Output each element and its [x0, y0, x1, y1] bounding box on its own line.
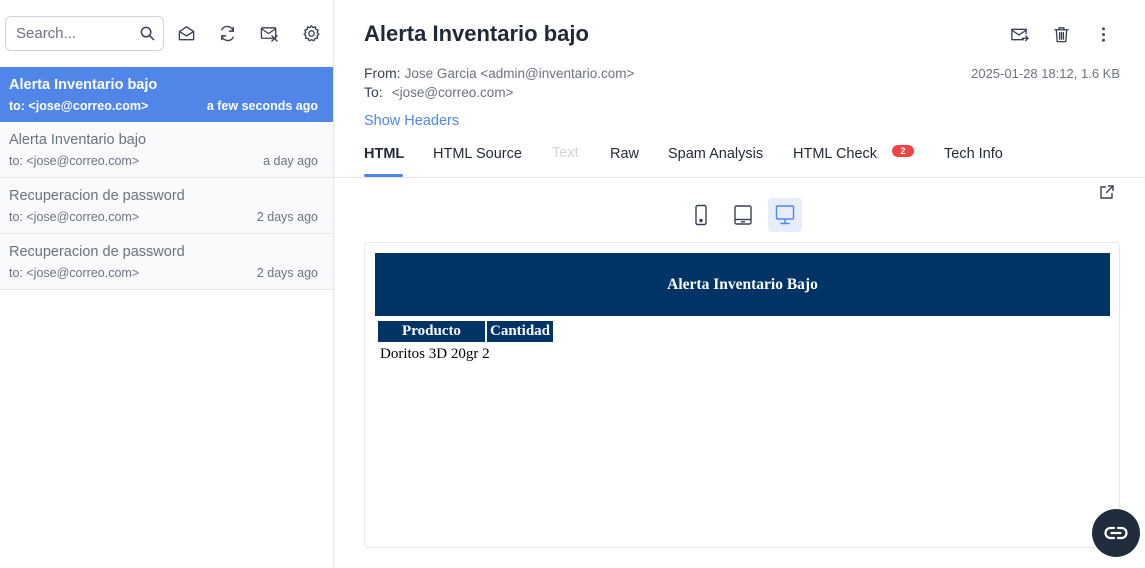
to-line: To: <jose@correo.com>	[364, 84, 513, 100]
email-table: Producto Cantidad Doritos 3D 20gr 2	[376, 319, 555, 366]
tab-html[interactable]: HTML	[364, 146, 404, 162]
refresh-button[interactable]	[216, 22, 238, 44]
device-toggle	[684, 198, 802, 232]
desktop-icon	[775, 205, 795, 225]
message-recipient: to: <jose@correo.com>	[9, 154, 140, 168]
message-recipient: to: <jose@correo.com>	[9, 99, 149, 113]
chat-widget-button[interactable]	[1092, 509, 1140, 557]
from-value: Jose Garcia <admin@inventario.com>	[404, 66, 635, 81]
message-time: a day ago	[263, 154, 318, 168]
message-item[interactable]: Recuperacion de password to: <jose@corre…	[0, 234, 333, 290]
message-subject: Alerta Inventario bajo	[9, 132, 147, 148]
table-header: Producto	[378, 321, 485, 342]
trash-icon	[1053, 26, 1069, 42]
forward-icon	[1010, 28, 1029, 41]
table-row: Doritos 3D 20gr 2	[378, 344, 553, 364]
desktop-view-button[interactable]	[768, 198, 802, 232]
message-list: Alerta Inventario bajo to: <jose@correo.…	[0, 67, 333, 290]
sidebar: Alerta Inventario bajo to: <jose@correo.…	[0, 0, 334, 568]
view-tabs: HTML HTML Source Text Raw Spam Analysis …	[334, 136, 1145, 178]
table-cell: Doritos 3D 20gr 2	[380, 345, 490, 362]
clear-inbox-button[interactable]	[258, 22, 280, 44]
from-label: From:	[364, 65, 401, 81]
settings-button[interactable]	[300, 22, 322, 44]
from-line: From: Jose Garcia <admin@inventario.com>	[364, 65, 634, 81]
mark-all-read-button[interactable]	[175, 22, 197, 44]
more-options-button[interactable]	[1091, 23, 1115, 45]
delete-button[interactable]	[1049, 23, 1073, 45]
message-subject: Alerta Inventario bajo	[9, 77, 158, 93]
message-time: 2 days ago	[256, 266, 318, 280]
message-actions	[1007, 23, 1115, 45]
message-subject: Recuperacion de password	[9, 244, 185, 260]
message-item[interactable]: Alerta Inventario bajo to: <jose@correo.…	[0, 122, 333, 178]
table-header-row: Producto Cantidad	[378, 321, 553, 342]
tab-html-source[interactable]: HTML Source	[433, 146, 522, 162]
message-time: a few seconds ago	[206, 99, 318, 113]
to-label: To:	[364, 84, 383, 100]
html-check-badge: 2	[892, 145, 914, 157]
message-recipient: to: <jose@correo.com>	[9, 266, 140, 280]
gear-icon	[302, 24, 320, 41]
show-headers-link[interactable]: Show Headers	[364, 113, 459, 129]
message-title: Alerta Inventario bajo	[364, 21, 589, 46]
message-view: Alerta Inventario bajo From: Jose Garcia …	[334, 0, 1145, 568]
tab-raw[interactable]: Raw	[610, 146, 639, 162]
search-input[interactable]	[6, 17, 136, 50]
forward-button[interactable]	[1007, 23, 1031, 45]
more-vert-icon	[1101, 26, 1105, 42]
email-banner: Alerta Inventario Bajo	[375, 253, 1110, 316]
message-subject: Recuperacion de password	[9, 188, 185, 204]
message-item[interactable]: Alerta Inventario bajo to: <jose@correo.…	[0, 67, 333, 122]
email-preview: Alerta Inventario Bajo Producto Cantidad…	[364, 242, 1120, 548]
tablet-icon	[734, 205, 752, 225]
phone-icon	[695, 204, 707, 226]
table-header: Cantidad	[487, 321, 553, 342]
search-box	[5, 16, 164, 51]
tablet-view-button[interactable]	[726, 198, 760, 232]
active-tab-indicator	[364, 174, 403, 177]
tab-tech-info[interactable]: Tech Info	[944, 146, 1003, 162]
sidebar-toolbar	[0, 0, 333, 66]
envelope-open-icon	[178, 25, 194, 40]
tab-html-check[interactable]: HTML Check	[793, 146, 877, 162]
tab-text: Text	[552, 145, 579, 161]
search-icon[interactable]	[140, 26, 155, 41]
refresh-icon	[220, 25, 234, 41]
message-time: 2 days ago	[256, 210, 318, 224]
message-meta: 2025-01-28 18:12, 1.6 KB	[971, 66, 1120, 81]
message-recipient: to: <jose@correo.com>	[9, 210, 140, 224]
phone-view-button[interactable]	[684, 198, 718, 232]
tab-spam-analysis[interactable]: Spam Analysis	[668, 146, 763, 162]
clear-inbox-icon	[260, 26, 278, 42]
message-item[interactable]: Recuperacion de password to: <jose@corre…	[0, 178, 333, 234]
to-value: <jose@correo.com>	[391, 85, 514, 100]
link-icon	[1104, 526, 1128, 540]
open-external-icon[interactable]	[1099, 184, 1115, 200]
